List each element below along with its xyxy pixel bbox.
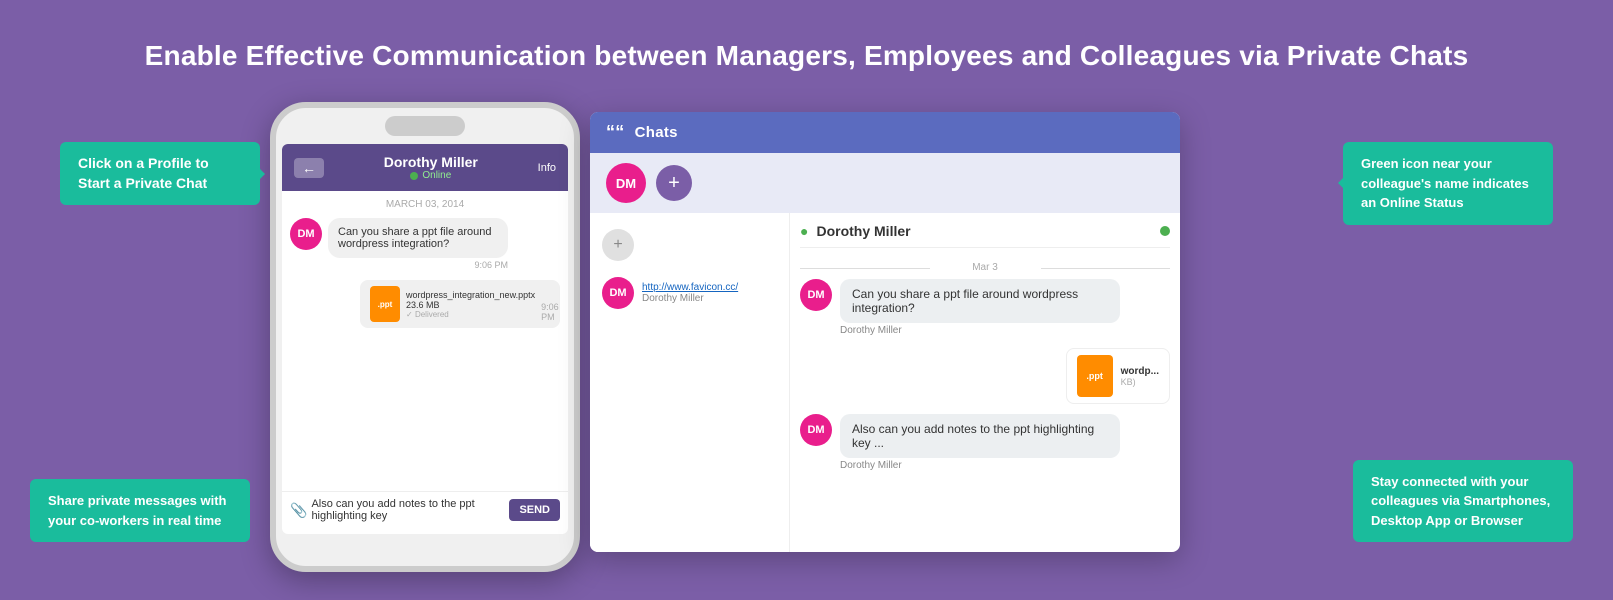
phone-status: Online <box>332 170 530 181</box>
phone-screen: ← Dorothy Miller Online Info MARCH 03, 2… <box>282 144 568 534</box>
chat-date-divider: Mar 3 <box>800 256 1170 279</box>
cr-avatar-2: DM <box>800 414 832 446</box>
phone-file-message: .ppt wordpress_integration_new.pptx 23.6… <box>360 280 560 328</box>
phone-contact-name: Dorothy Miller <box>332 154 530 170</box>
chat-panel-top-bar: DM + <box>590 153 1180 213</box>
phone-file-time: 9:06 PM <box>541 302 559 322</box>
cr-sender-1: Dorothy Miller <box>840 325 1120 336</box>
phone-header: ← Dorothy Miller Online Info <box>282 144 568 191</box>
cr-bubble-2: Also can you add notes to the ppt highli… <box>840 414 1120 458</box>
chat-left-panel: + DM http://www.favicon.cc/ Dorothy Mill… <box>590 213 790 552</box>
phone-message-row: DM Can you share a ppt file around wordp… <box>290 218 560 270</box>
chat-list-link: http://www.favicon.cc/ <box>642 282 738 293</box>
chat-list-dorothy[interactable]: DM http://www.favicon.cc/ Dorothy Miller <box>590 269 789 317</box>
phone-send-button[interactable]: SEND <box>509 499 560 521</box>
phone-file-status: ✓ Delivered <box>406 310 535 319</box>
chat-panel-header: ““ Chats <box>590 112 1180 153</box>
quote-icon: ““ <box>606 122 625 143</box>
chat-list-add-item[interactable]: + <box>590 221 789 269</box>
phone-sender-avatar: DM <box>290 218 322 250</box>
phone-message-bubble: Can you share a ppt file around wordpres… <box>328 218 508 258</box>
online-status-indicator <box>1160 226 1170 236</box>
chat-panel-dm-avatar: DM <box>606 163 646 203</box>
cr-bubble-1: Can you share a ppt file around wordpres… <box>840 279 1120 323</box>
chat-list-avatar: DM <box>602 277 634 309</box>
chat-list-name: Dorothy Miller <box>642 293 738 304</box>
chat-panel-body: + DM http://www.favicon.cc/ Dorothy Mill… <box>590 213 1180 552</box>
tooltip-stay-connected: Stay connected with your colleagues via … <box>1353 460 1573 543</box>
cr-active-header: ● Dorothy Miller <box>800 223 1170 248</box>
tooltip-click-profile: Click on a Profile to Start a Private Ch… <box>60 142 260 205</box>
phone-messages: MARCH 03, 2014 DM Can you share a ppt fi… <box>282 191 568 491</box>
add-contact-icon: + <box>602 229 634 261</box>
chat-right-panel: ● Dorothy Miller Mar 3 DM Can you share … <box>790 213 1180 552</box>
cr-file-box: .ppt wordp... KB) <box>1066 348 1170 404</box>
phone-message-time: 9:06 PM <box>328 260 508 270</box>
phone-contact-info: Dorothy Miller Online <box>332 154 530 181</box>
file-type-icon: .ppt <box>370 286 400 322</box>
tooltip-share-messages: Share private messages with your co-work… <box>30 479 250 542</box>
phone-notch <box>385 116 465 136</box>
cr-file-name: wordp... <box>1121 366 1159 377</box>
phone-mockup: ← Dorothy Miller Online Info MARCH 03, 2… <box>270 102 580 572</box>
cr-message-row-1: DM Can you share a ppt file around wordp… <box>800 279 1170 336</box>
phone-input-text[interactable]: Also can you add notes to the ppt highli… <box>311 498 509 522</box>
cr-sender-2: Dorothy Miller <box>840 460 1120 471</box>
phone-info-label[interactable]: Info <box>538 162 556 174</box>
phone-file-row: .ppt wordpress_integration_new.pptx 23.6… <box>290 280 560 328</box>
online-dot-icon <box>410 172 418 180</box>
cr-message-row-2: DM Also can you add notes to the ppt hig… <box>800 414 1170 471</box>
phone-file-name: wordpress_integration_new.pptx <box>406 290 535 300</box>
chat-panel: ““ Chats DM + + DM http://www.favicon.cc… <box>590 112 1180 552</box>
cr-active-name: Dorothy Miller <box>816 223 910 239</box>
chat-panel-add-button[interactable]: + <box>656 165 692 201</box>
phone-file-size: 23.6 MB <box>406 300 535 310</box>
page-heading: Enable Effective Communication between M… <box>0 0 1613 92</box>
chat-panel-title: Chats <box>635 124 678 141</box>
cr-file-row: .ppt wordp... KB) <box>800 348 1170 404</box>
cr-avatar-1: DM <box>800 279 832 311</box>
cr-file-type-icon: .ppt <box>1077 355 1113 397</box>
back-button[interactable]: ← <box>294 158 324 178</box>
attachment-icon[interactable]: 📎 <box>290 502 307 519</box>
tooltip-green-icon: Green icon near your colleague's name in… <box>1343 142 1553 225</box>
phone-input-bar: 📎 Also can you add notes to the ppt high… <box>282 491 568 528</box>
phone-date-separator: MARCH 03, 2014 <box>290 191 560 218</box>
cr-file-size: KB) <box>1121 377 1159 387</box>
content-area: Click on a Profile to Start a Private Ch… <box>0 92 1613 572</box>
